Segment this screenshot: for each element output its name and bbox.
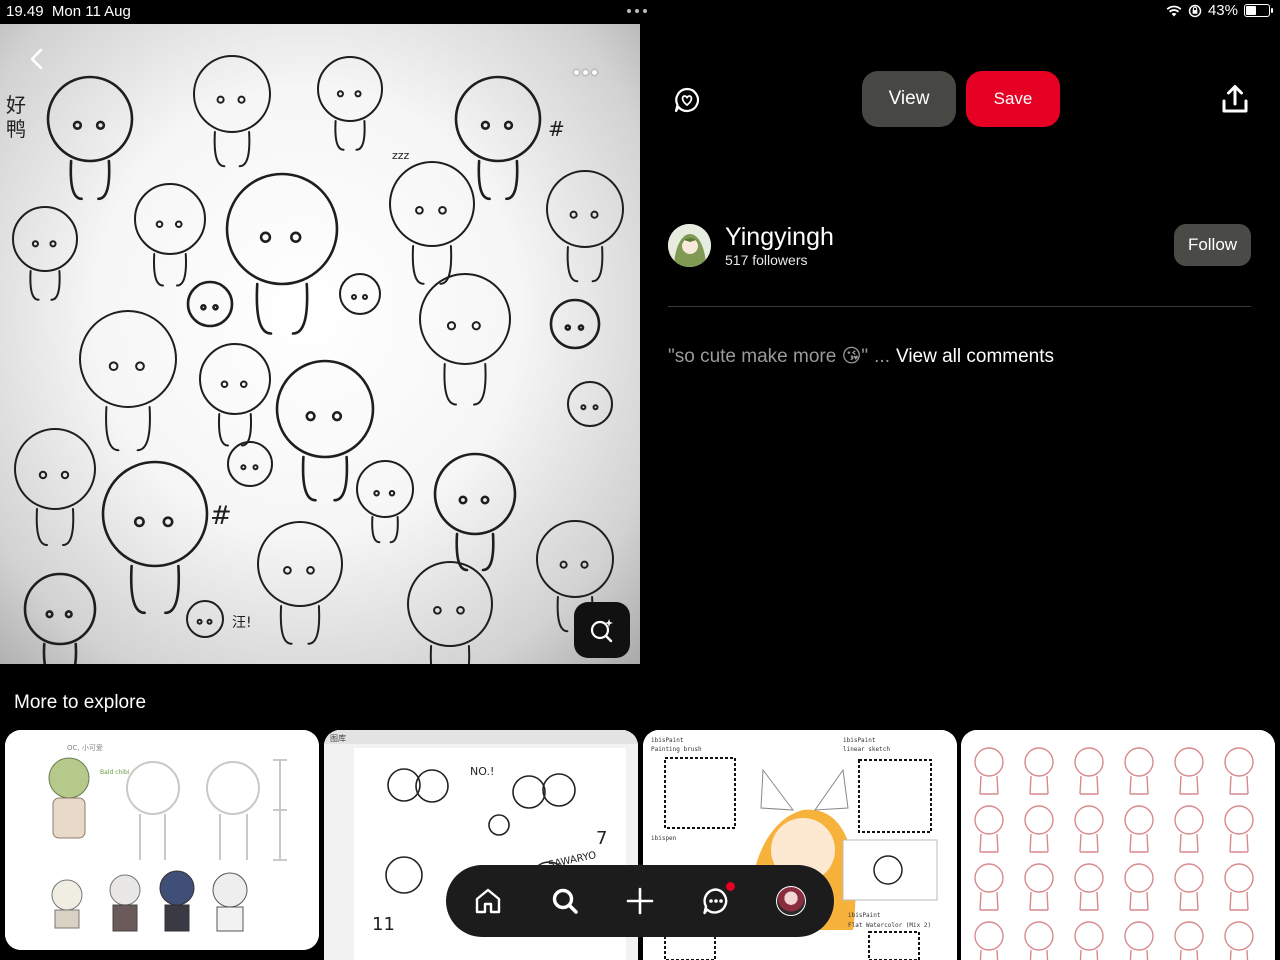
comment-ellipsis: ... (874, 346, 890, 367)
chibi-doodle (186, 280, 234, 328)
notification-dot (726, 882, 735, 891)
chibi-doodle (317, 56, 383, 151)
follow-button[interactable]: Follow (1174, 224, 1251, 266)
tile2-label-5: 7 (596, 828, 607, 849)
chibi-doodle (101, 460, 209, 615)
comment-preview[interactable]: "so cute make more 😘"... View all comment… (668, 345, 1054, 368)
chibi-doodle (419, 273, 511, 406)
explore-pin-1-image: OC, 小可爱 Bald chibi (5, 730, 319, 950)
tile2-label-4: 11 (372, 914, 395, 935)
creator-avatar[interactable] (668, 224, 711, 267)
sketch-text: 汪! (232, 615, 252, 631)
tile3-label-5: ibispen (651, 835, 677, 842)
pin-image[interactable]: 好鸭 # # zzz 汪! (0, 24, 640, 664)
chibi-doodle (79, 310, 177, 452)
chibi-doodle (454, 75, 542, 201)
divider (668, 306, 1251, 307)
tile3-label-4: linear sketch (843, 746, 890, 753)
chibi-doodle (227, 441, 273, 487)
sketch-text: # (210, 501, 232, 531)
chibi-doodle (407, 561, 493, 664)
tile1-label-1: OC, 小可爱 (67, 743, 103, 752)
nav-home[interactable] (466, 879, 510, 923)
more-to-explore-heading: More to explore (14, 692, 147, 713)
orientation-lock-icon (1188, 4, 1202, 17)
comment-icon[interactable] (672, 85, 702, 115)
status-time: 19.49 Mon 11 Aug (6, 3, 131, 20)
wifi-icon (1166, 5, 1182, 16)
tile3-label-3: ibisPaint (843, 737, 876, 744)
multitasking-dots[interactable] (627, 9, 647, 13)
sketch-text: 鸭 (6, 117, 26, 141)
chibi-doodle (23, 572, 97, 664)
explore-pin-4[interactable] (961, 730, 1275, 960)
chibi-doodle (567, 381, 613, 427)
chibi-doodle (193, 55, 271, 168)
nav-create[interactable] (618, 879, 662, 923)
chibi-doodle (549, 298, 601, 350)
visual-search-button[interactable] (574, 602, 630, 658)
nav-search[interactable] (543, 879, 587, 923)
chibi-doodle (257, 521, 343, 645)
chibi-doodle (356, 460, 414, 544)
creator-avatar-image (668, 224, 711, 267)
view-button[interactable]: View (862, 71, 956, 127)
sketch-text: zzz (392, 149, 410, 162)
tile2-label-1: 图库 (330, 733, 346, 743)
battery-icon (1244, 4, 1273, 17)
status-indicators: 43% (1166, 2, 1273, 19)
creator-followers: 517 followers (725, 252, 808, 268)
explore-pin-1[interactable]: OC, 小可爱 Bald chibi (5, 730, 319, 950)
share-icon[interactable] (1218, 82, 1252, 116)
tile3-label-6: ibisPaint (848, 912, 881, 919)
profile-avatar (776, 886, 806, 916)
search-icon (552, 888, 578, 914)
nav-profile[interactable] (769, 879, 813, 923)
comment-text: "so cute make more 😘" (668, 346, 869, 367)
visual-search-icon (590, 619, 613, 643)
chibi-doodle (134, 183, 206, 287)
view-all-comments-link[interactable]: View all comments (896, 346, 1054, 367)
chibi-doodle (186, 600, 224, 638)
bottom-nav (446, 865, 834, 937)
tile3-label-7: Flat Watercolor (Mix 2) (848, 922, 931, 929)
sketch-text: # (548, 117, 565, 141)
chibi-doodle (225, 172, 339, 335)
chibi-doodle (339, 273, 381, 315)
messages-icon (703, 888, 728, 915)
tile3-label-1: ibisPaint (651, 737, 684, 744)
explore-pin-4-image (961, 730, 1275, 960)
sketch-text: 好 (6, 93, 26, 117)
home-icon (475, 888, 501, 914)
nav-messages[interactable] (694, 879, 738, 923)
chevron-left-icon[interactable] (22, 44, 52, 74)
creator-name[interactable]: Yingyingh (725, 223, 834, 252)
chibi-doodle (546, 170, 624, 283)
create-icon (626, 887, 654, 915)
chibi-doodle (199, 343, 271, 447)
save-button[interactable]: Save (966, 71, 1060, 127)
chibi-doodle (12, 206, 78, 301)
chibi-doodle (14, 428, 96, 546)
chibi-doodle (389, 161, 475, 285)
battery-percent: 43% (1207, 2, 1238, 19)
chibi-doodle (433, 452, 517, 572)
chibi-sketch-drawing: 好鸭 # # zzz 汪! (6, 55, 624, 664)
status-bar: 19.49 Mon 11 Aug 43% (0, 0, 1280, 24)
tile3-label-2: Painting brush (651, 746, 702, 753)
chibi-doodle (46, 75, 134, 201)
tile1-label-2: Bald chibi (100, 769, 130, 776)
more-dots-icon[interactable] (574, 70, 597, 75)
tile2-label-2: NO.! (470, 765, 494, 778)
